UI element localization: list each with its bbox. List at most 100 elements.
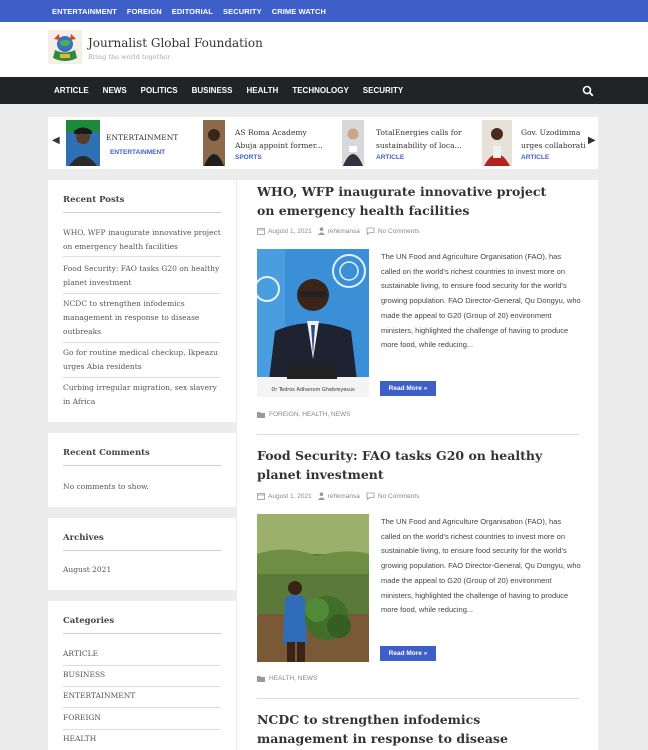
ticker-category[interactable]: SPORTS [235, 154, 262, 161]
ticker-title: Gov. Uzodimma [521, 128, 581, 137]
ticker-thumbnail [342, 120, 364, 166]
post-comments-text[interactable]: No Comments [378, 228, 420, 235]
ticker-title-line2: sustainability of loca... [376, 141, 462, 150]
post-excerpt: The UN Food and Agriculture Organisation… [381, 252, 581, 350]
ticker-category[interactable]: ARTICLE [376, 154, 404, 161]
post-meta: August 1, 2021 rehkmansa No Comments [257, 227, 419, 235]
read-more-button[interactable]: Read More » [380, 646, 436, 661]
site-tagline: Bring the world together [88, 53, 171, 61]
category-link[interactable]: ENTERTAINMENT [63, 689, 223, 703]
top-links: ENTERTAINMENT FOREIGN EDITORIAL SECURITY… [52, 0, 326, 22]
categories-widget: Categories ARTICLE BUSINESS ENTERTAINMEN… [48, 601, 236, 750]
widget-divider [63, 465, 221, 466]
ticker-item[interactable]: Gov. Uzodimma urges collaborati ARTICLE [482, 120, 586, 166]
category-link[interactable]: HEALTH [63, 732, 223, 746]
nav-item-health[interactable]: HEALTH [246, 86, 278, 95]
post-meta: August 1, 2021 rehkmansa No Comments [257, 492, 419, 500]
nav-item-security[interactable]: SECURITY [363, 86, 403, 95]
post-divider [257, 698, 579, 699]
site-header: Journalist Global Foundation Bring the w… [0, 22, 648, 77]
widget-divider [63, 293, 221, 294]
recent-post-link[interactable]: Go for routine medical checkup, Ikpeazu … [63, 346, 223, 374]
nav-item-politics[interactable]: POLITICS [141, 86, 178, 95]
nav-links: ARTICLE NEWS POLITICS BUSINESS HEALTH TE… [54, 77, 403, 104]
ticker-item[interactable]: ENTERTAINMENT ENTERTAINMENT [66, 120, 206, 166]
read-more-button[interactable]: Read More » [380, 381, 436, 396]
top-link-foreign[interactable]: FOREIGN [127, 7, 162, 16]
widget-divider [63, 729, 221, 730]
news-ticker: ◀ ENTERTAINMENT ENTERTAINMENT AS Roma Ac… [48, 117, 598, 169]
widget-divider [63, 212, 221, 213]
main-content: WHO, WFP inaugurate innovative project o… [237, 180, 598, 750]
post-author[interactable]: rehkmansa [317, 492, 360, 500]
widget-divider [63, 342, 221, 343]
post-date-text: August 1, 2021 [268, 227, 312, 235]
ticker-title-line2: Abuja appoint former... [235, 141, 323, 150]
ticker-item[interactable]: TotalEnergies calls for sustainability o… [342, 120, 472, 166]
search-icon[interactable] [582, 85, 594, 97]
recent-comments-widget: Recent Comments No comments to show. [48, 433, 236, 507]
site-logo[interactable] [48, 30, 82, 64]
widget-divider [63, 686, 221, 687]
post-author[interactable]: rehkmansa [317, 227, 360, 235]
top-link-editorial[interactable]: EDITORIAL [172, 7, 213, 16]
ticker-category[interactable]: ENTERTAINMENT [110, 149, 165, 156]
top-link-crime-watch[interactable]: CRIME WATCH [272, 7, 326, 16]
folder-icon [257, 676, 265, 682]
calendar-icon [257, 228, 265, 235]
category-link[interactable]: FOREIGN [63, 711, 223, 725]
nav-item-news[interactable]: NEWS [103, 86, 127, 95]
top-link-security[interactable]: SECURITY [223, 7, 262, 16]
widget-divider [63, 633, 221, 634]
site-title[interactable]: Journalist Global Foundation [88, 36, 263, 50]
post-categories: FOREIGN, HEALTH, NEWS [257, 411, 351, 418]
post-image[interactable] [257, 514, 369, 662]
post-categories-text[interactable]: HEALTH, NEWS [269, 675, 317, 682]
recent-comments-title: Recent Comments [63, 448, 150, 458]
nav-item-article[interactable]: ARTICLE [54, 86, 89, 95]
comment-icon [366, 492, 375, 500]
widget-divider [63, 665, 221, 666]
post-date-text: August 1, 2021 [268, 492, 312, 500]
top-link-entertainment[interactable]: ENTERTAINMENT [52, 7, 117, 16]
recent-post-link[interactable]: WHO, WFP inaugurate innovative project o… [63, 226, 223, 254]
nav-item-technology[interactable]: TECHNOLOGY [292, 86, 348, 95]
main-nav: ARTICLE NEWS POLITICS BUSINESS HEALTH TE… [0, 77, 648, 104]
ticker-title-line2: urges collaborati [521, 141, 586, 150]
post-title[interactable]: NCDC to strengthen infodemics management… [257, 710, 557, 750]
recent-post-link[interactable]: NCDC to strengthen infodemics management… [63, 297, 223, 339]
post-author-text[interactable]: rehkmansa [328, 493, 360, 500]
archive-link[interactable]: August 2021 [63, 563, 223, 577]
ticker-thumbnail [66, 120, 100, 166]
post-comments[interactable]: No Comments [366, 492, 420, 500]
nav-item-business[interactable]: BUSINESS [192, 86, 233, 95]
widget-divider [63, 256, 221, 257]
widget-divider [63, 377, 221, 378]
calendar-icon [257, 493, 265, 500]
post-title[interactable]: WHO, WFP inaugurate innovative project o… [257, 182, 557, 220]
post-comments[interactable]: No Comments [366, 227, 420, 235]
post-author-text[interactable]: rehkmansa [328, 228, 360, 235]
post-comments-text[interactable]: No Comments [378, 493, 420, 500]
ticker-next-icon[interactable]: ▶ [588, 135, 596, 146]
post-excerpt: The UN Food and Agriculture Organisation… [381, 517, 581, 615]
ticker-title: ENTERTAINMENT [106, 133, 179, 142]
archives-title: Archives [63, 533, 104, 543]
category-link[interactable]: BUSINESS [63, 668, 223, 682]
ticker-thumbnail [203, 120, 225, 166]
ticker-title: TotalEnergies calls for [376, 128, 462, 137]
post-image[interactable]: Dr Tedros Adhanom Ghebreyesus [257, 249, 369, 397]
category-link[interactable]: ARTICLE [63, 647, 223, 661]
ticker-category[interactable]: ARTICLE [521, 154, 549, 161]
post-categories-text[interactable]: FOREIGN, HEALTH, NEWS [269, 411, 351, 418]
widget-divider [63, 550, 221, 551]
post-title[interactable]: Food Security: FAO tasks G20 on healthy … [257, 446, 557, 484]
recent-post-link[interactable]: Curbing irregular migration, sex slavery… [63, 381, 223, 409]
ticker-thumbnail [482, 120, 512, 166]
recent-posts-widget: Recent Posts WHO, WFP inaugurate innovat… [48, 180, 236, 422]
user-icon [317, 492, 325, 500]
ticker-item[interactable]: AS Roma Academy Abuja appoint former... … [203, 120, 333, 166]
post-date: August 1, 2021 [257, 227, 312, 235]
ticker-prev-icon[interactable]: ◀ [52, 135, 60, 146]
recent-post-link[interactable]: Food Security: FAO tasks G20 on healthy … [63, 262, 223, 290]
